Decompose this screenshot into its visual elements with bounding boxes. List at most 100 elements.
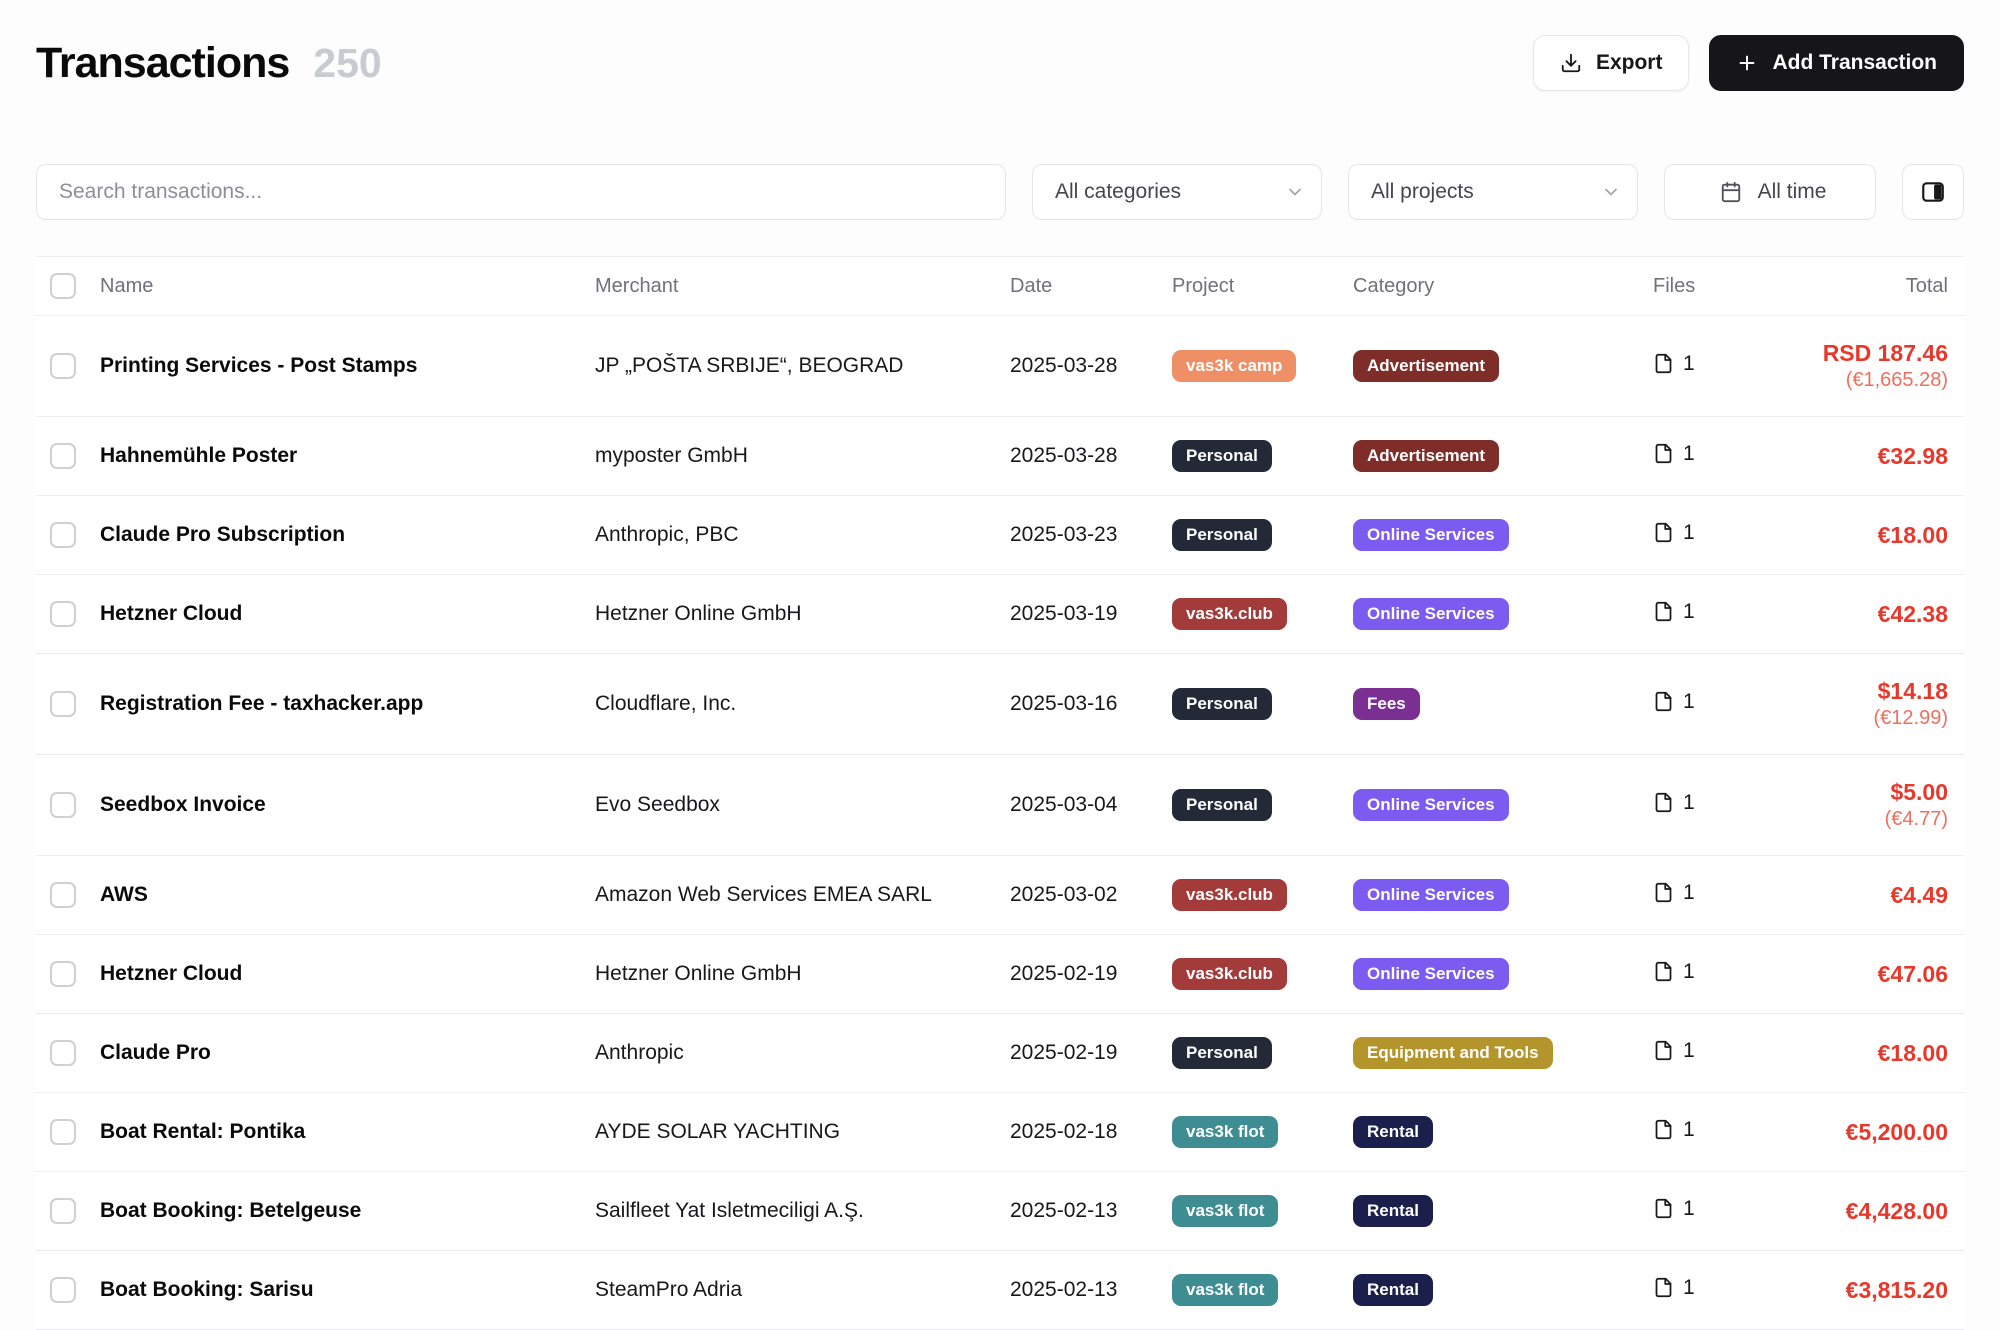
category-badge[interactable]: Advertisement [1353,350,1499,382]
title-wrap: Transactions 250 [36,39,382,88]
files-cell: 1 [1653,1039,1695,1063]
files-cell: 1 [1653,960,1695,984]
category-badge[interactable]: Online Services [1353,789,1509,821]
transaction-name[interactable]: Registration Fee - taxhacker.app [100,654,595,755]
transaction-name[interactable]: Claude Pro [100,1014,595,1093]
col-header-category: Category [1353,257,1653,316]
row-checkbox[interactable] [50,601,76,627]
category-badge[interactable]: Online Services [1353,958,1509,990]
transaction-name[interactable]: Boat Rental: Pontika [100,1093,595,1172]
transaction-name[interactable]: Boat Booking: Sarisu [100,1251,595,1330]
transaction-date: 2025-03-02 [1010,856,1172,935]
project-badge[interactable]: Personal [1172,688,1272,720]
table-row[interactable]: Boat Booking: Betelgeuse Sailfleet Yat I… [36,1172,1964,1251]
table-row[interactable]: Printing Services - Post Stamps JP „POŠT… [36,316,1964,417]
file-count: 1 [1683,352,1695,376]
col-header-files: Files [1653,257,1800,316]
export-label: Export [1596,51,1663,75]
row-checkbox[interactable] [50,1198,76,1224]
category-badge[interactable]: Equipment and Tools [1353,1037,1553,1069]
project-badge[interactable]: Personal [1172,440,1272,472]
table-row[interactable]: Hetzner Cloud Hetzner Online GmbH 2025-0… [36,575,1964,654]
table-row[interactable]: Seedbox Invoice Evo Seedbox 2025-03-04 P… [36,755,1964,856]
category-badge[interactable]: Online Services [1353,519,1509,551]
transaction-name[interactable]: Boat Booking: Betelgeuse [100,1172,595,1251]
files-cell: 1 [1653,442,1695,466]
project-badge[interactable]: vas3k.club [1172,879,1287,911]
file-icon [1653,1277,1674,1298]
row-checkbox[interactable] [50,961,76,987]
file-count: 1 [1683,791,1695,815]
columns-toggle-button[interactable] [1902,164,1964,220]
transactions-count: 250 [313,40,381,87]
transaction-name[interactable]: Seedbox Invoice [100,755,595,856]
date-range-button[interactable]: All time [1664,164,1876,220]
transaction-merchant: myposter GmbH [595,417,1010,496]
transaction-name[interactable]: Hahnemühle Poster [100,417,595,496]
transaction-date: 2025-02-19 [1010,935,1172,1014]
export-button[interactable]: Export [1533,35,1690,91]
transaction-date: 2025-02-18 [1010,1093,1172,1172]
table-row[interactable]: Boat Rental: Pontika AYDE SOLAR YACHTING… [36,1093,1964,1172]
transaction-merchant: Evo Seedbox [595,755,1010,856]
projects-select[interactable]: All projects [1348,164,1638,220]
table-row[interactable]: Claude Pro Subscription Anthropic, PBC 2… [36,496,1964,575]
category-badge[interactable]: Online Services [1353,879,1509,911]
files-cell: 1 [1653,791,1695,815]
add-transaction-button[interactable]: Add Transaction [1709,35,1964,91]
files-cell: 1 [1653,352,1695,376]
transactions-page: Transactions 250 Export Add Transaction … [0,0,2000,1330]
total-sub-amount: (€4.77) [1800,807,1948,832]
transactions-table: Name Merchant Date Project Category File… [36,256,1964,1330]
row-checkbox[interactable] [50,1277,76,1303]
project-badge[interactable]: Personal [1172,519,1272,551]
total-amount: €18.00 [1800,1039,1948,1068]
table-row[interactable]: AWS Amazon Web Services EMEA SARL 2025-0… [36,856,1964,935]
project-badge[interactable]: vas3k.club [1172,958,1287,990]
select-all-checkbox[interactable] [50,273,76,299]
categories-select[interactable]: All categories [1032,164,1322,220]
table-row[interactable]: Registration Fee - taxhacker.app Cloudfl… [36,654,1964,755]
total-amount: €18.00 [1800,521,1948,550]
project-badge[interactable]: Personal [1172,789,1272,821]
category-badge[interactable]: Online Services [1353,598,1509,630]
search-input[interactable] [36,164,1006,220]
row-checkbox[interactable] [50,691,76,717]
row-checkbox[interactable] [50,522,76,548]
project-badge[interactable]: vas3k flot [1172,1195,1278,1227]
total-sub-amount: (€1,665.28) [1800,368,1948,393]
file-icon [1653,961,1674,982]
table-row[interactable]: Claude Pro Anthropic 2025-02-19 Personal… [36,1014,1964,1093]
project-badge[interactable]: Personal [1172,1037,1272,1069]
row-checkbox[interactable] [50,353,76,379]
transaction-name[interactable]: Hetzner Cloud [100,575,595,654]
col-header-date: Date [1010,257,1172,316]
date-range-value: All time [1758,180,1827,204]
transaction-name[interactable]: AWS [100,856,595,935]
category-badge[interactable]: Fees [1353,688,1420,720]
filter-bar: All categories All projects All time [36,164,1964,220]
project-badge[interactable]: vas3k camp [1172,350,1296,382]
project-badge[interactable]: vas3k.club [1172,598,1287,630]
row-checkbox[interactable] [50,1040,76,1066]
file-count: 1 [1683,881,1695,905]
table-row[interactable]: Hahnemühle Poster myposter GmbH 2025-03-… [36,417,1964,496]
row-checkbox[interactable] [50,1119,76,1145]
toolbar-actions: Export Add Transaction [1533,35,1964,91]
table-row[interactable]: Hetzner Cloud Hetzner Online GmbH 2025-0… [36,935,1964,1014]
category-badge[interactable]: Advertisement [1353,440,1499,472]
table-row[interactable]: Boat Booking: Sarisu SteamPro Adria 2025… [36,1251,1964,1330]
category-badge[interactable]: Rental [1353,1116,1433,1148]
file-count: 1 [1683,1276,1695,1300]
project-badge[interactable]: vas3k flot [1172,1116,1278,1148]
projects-select-value: All projects [1371,180,1474,204]
file-count: 1 [1683,1039,1695,1063]
category-badge[interactable]: Rental [1353,1195,1433,1227]
row-checkbox[interactable] [50,882,76,908]
transaction-name[interactable]: Hetzner Cloud [100,935,595,1014]
transaction-name[interactable]: Printing Services - Post Stamps [100,316,595,417]
calendar-icon [1720,181,1742,203]
transaction-name[interactable]: Claude Pro Subscription [100,496,595,575]
row-checkbox[interactable] [50,443,76,469]
row-checkbox[interactable] [50,792,76,818]
